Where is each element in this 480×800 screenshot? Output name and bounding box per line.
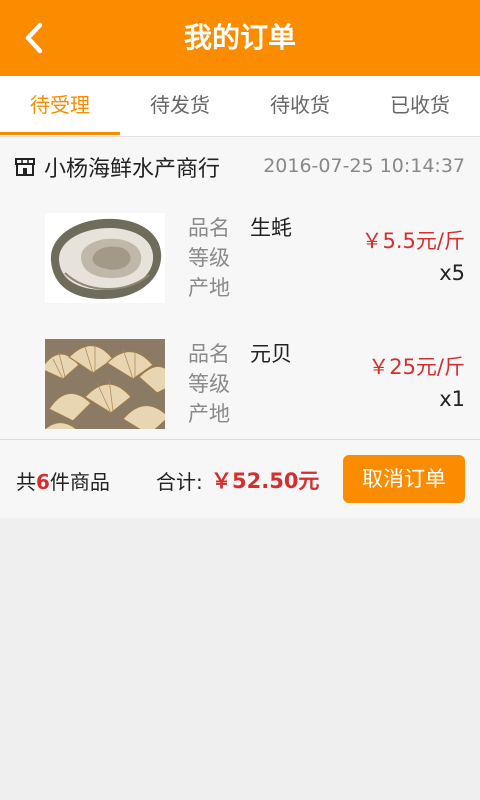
order-item[interactable]: 品名 等级 产地 生蚝 ￥5.5元/斤 x5 <box>0 213 480 333</box>
order-summary: 共6件商品 合计: ￥52.50元 取消订单 <box>0 440 480 518</box>
product-name-label: 品名 <box>188 342 230 366</box>
item-attribute-labels: 品名 等级 产地 <box>188 213 230 303</box>
item-count-suffix: 件商品 <box>49 470 110 494</box>
total-amount: ￥52.50元 <box>211 469 320 493</box>
order-card[interactable]: 小杨海鲜水产商行 2016-07-25 10:14:37 品名 等级 产地 生蚝… <box>0 137 480 518</box>
back-arrow-icon <box>25 22 43 54</box>
grade-label: 等级 <box>188 246 230 270</box>
tab-received[interactable]: 已收货 <box>360 76 480 136</box>
item-quantity: x5 <box>439 261 465 285</box>
item-count-prefix: 共 <box>16 470 36 494</box>
active-tab-indicator <box>0 132 120 135</box>
product-name-label: 品名 <box>188 216 230 240</box>
tab-pending-acceptance[interactable]: 待受理 <box>0 76 120 136</box>
origin-label: 产地 <box>188 402 230 426</box>
cancel-order-button[interactable]: 取消订单 <box>343 455 465 503</box>
oyster-image <box>45 213 165 303</box>
grade-label: 等级 <box>188 372 230 396</box>
shop-name: 小杨海鲜水产商行 <box>44 157 221 182</box>
origin-label: 产地 <box>188 276 230 300</box>
item-count: 共6件商品 <box>16 466 110 495</box>
order-status-tabs: 待受理 待发货 待收货 已收货 <box>0 76 480 137</box>
top-app-bar: 我的订单 <box>0 0 480 76</box>
shop-header: 小杨海鲜水产商行 2016-07-25 10:14:37 <box>0 137 480 197</box>
back-button[interactable] <box>12 16 56 60</box>
item-count-number: 6 <box>36 470 50 494</box>
item-quantity: x1 <box>439 387 465 411</box>
product-name: 元贝 <box>250 342 292 366</box>
item-attribute-labels: 品名 等级 产地 <box>188 339 230 429</box>
shop-icon <box>15 158 35 176</box>
scallop-image <box>45 339 165 429</box>
total-label: 合计: <box>156 470 203 494</box>
item-price: ￥5.5元/斤 <box>361 229 465 253</box>
tab-pending-shipment[interactable]: 待发货 <box>120 76 240 136</box>
product-name: 生蚝 <box>250 216 292 240</box>
page-title: 我的订单 <box>183 21 296 54</box>
tab-pending-receipt[interactable]: 待收货 <box>240 76 360 136</box>
order-timestamp: 2016-07-25 10:14:37 <box>263 155 465 177</box>
item-price: ￥25元/斤 <box>368 355 465 379</box>
